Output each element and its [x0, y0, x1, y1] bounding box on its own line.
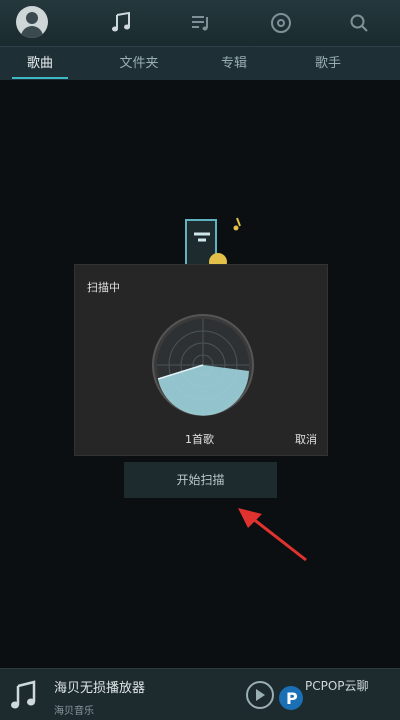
tab-songs[interactable]: 歌曲 — [10, 47, 70, 81]
tab-artists[interactable]: 歌手 — [300, 47, 356, 81]
avatar-icon[interactable] — [16, 6, 48, 38]
tab-folders[interactable]: 文件夹 — [106, 47, 172, 81]
top-nav-bar — [0, 0, 400, 46]
empty-library-illustration — [160, 210, 250, 271]
search-icon[interactable] — [342, 6, 376, 40]
play-button[interactable] — [246, 681, 274, 709]
svg-text:P: P — [286, 689, 298, 708]
music-note-icon — [6, 677, 42, 713]
scan-count: 1首歌 — [185, 433, 214, 446]
radar-scan-icon — [151, 313, 255, 417]
dialog-title: 扫描中 — [87, 281, 120, 294]
active-tab-indicator — [12, 77, 68, 79]
playlist-icon[interactable] — [184, 6, 218, 40]
annotation-arrow-icon — [230, 500, 320, 570]
mini-player[interactable]: 海贝无损播放器 海贝音乐 P PCPOP云聊 — [0, 668, 400, 720]
cancel-button[interactable]: 取消 — [295, 431, 317, 447]
player-title: 海贝无损播放器 — [54, 681, 146, 696]
disc-icon[interactable] — [264, 6, 298, 40]
watermark-text: PCPOP云聊 — [305, 679, 369, 693]
tab-bar: 歌曲 文件夹 专辑 歌手 — [0, 46, 400, 80]
music-note-icon[interactable] — [104, 6, 138, 40]
play-icon — [256, 689, 265, 701]
start-scan-button[interactable]: 开始扫描 — [124, 462, 277, 498]
player-subtitle: 海贝音乐 — [54, 706, 94, 717]
scanning-dialog: 扫描中 1首歌 取消 — [74, 264, 328, 456]
tab-albums[interactable]: 专辑 — [206, 47, 262, 81]
